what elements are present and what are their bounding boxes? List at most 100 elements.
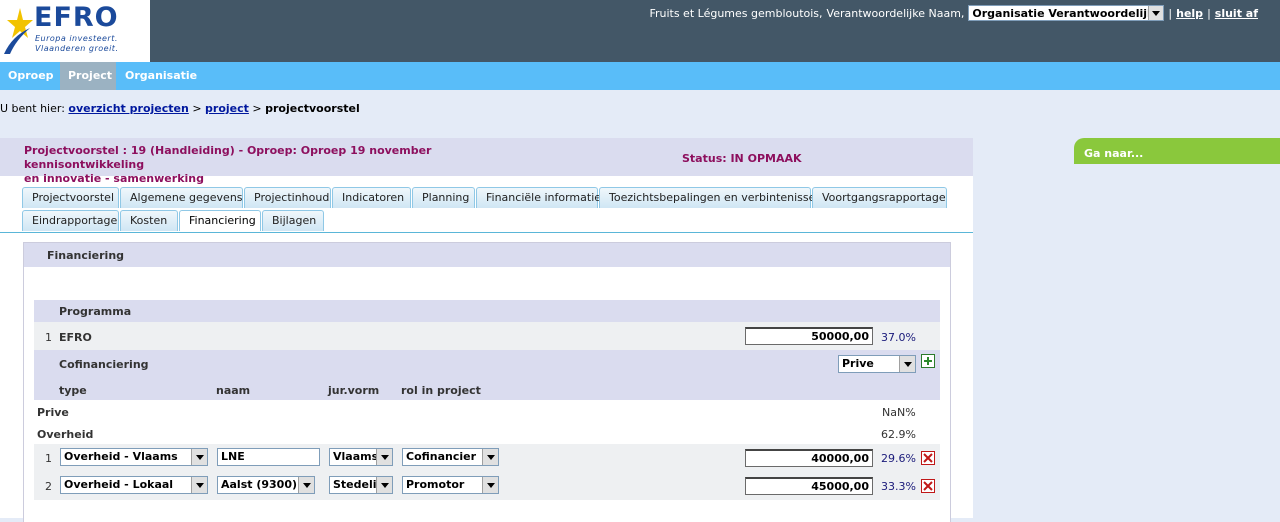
chevron-down-icon[interactable] <box>376 477 392 493</box>
project-status: Status: IN OPMAAK <box>682 152 802 165</box>
group-percentage: NaN% <box>882 406 916 419</box>
cofinancier-row: 2 Overheid - Lokaal Aalst (9300) Stedeli… <box>34 472 940 500</box>
star-logo-icon <box>4 8 33 54</box>
column-header-type: type <box>59 384 87 397</box>
rol-select-value: Cofinancier <box>406 450 477 463</box>
logo-tagline-1: Europa investeert. <box>35 34 118 43</box>
goto-panel[interactable]: Ga naar... <box>1074 138 1280 164</box>
efro-logo[interactable]: EFRO Europa investeert. Vlaanderen groei… <box>0 0 150 62</box>
user-bar: Fruits et Légumes gembloutois, Verantwoo… <box>649 4 1258 22</box>
tab-projectinhoud[interactable]: Projectinhoud <box>244 187 331 208</box>
delete-icon[interactable] <box>921 451 935 465</box>
financiering-section: Financiering Programma 1 EFRO 50000,00 3… <box>23 242 951 522</box>
tab-toezichtsbepalingen[interactable]: Toezichtsbepalingen en verbintenissen <box>599 187 822 208</box>
rol-select[interactable]: Cofinancier <box>402 448 499 466</box>
tab-kosten[interactable]: Kosten <box>120 210 178 231</box>
row-index: 1 <box>45 331 52 344</box>
tab-indicatoren[interactable]: Indicatoren <box>332 187 411 208</box>
tab-eindrapportage[interactable]: Eindrapportage <box>22 210 119 231</box>
organisation-select-value: Organisatie Verantwoordelijke <box>972 6 1162 20</box>
goto-label: Ga naar... <box>1084 147 1144 160</box>
column-header-jurvorm: jur.vorm <box>328 384 380 397</box>
programma-label: Programma <box>59 305 132 318</box>
chevron-down-icon[interactable] <box>482 449 498 465</box>
jurvorm-select-value: Stedelij <box>333 478 381 491</box>
cofinanciering-header: Cofinanciering Prive type naam jur.vorm … <box>34 350 940 400</box>
tab-planning[interactable]: Planning <box>412 187 475 208</box>
row-percentage: 33.3% <box>881 480 916 493</box>
chevron-down-icon[interactable] <box>376 449 392 465</box>
chevron-down-icon[interactable] <box>298 477 314 493</box>
help-link[interactable]: help <box>1176 7 1203 20</box>
delete-icon[interactable] <box>921 479 935 493</box>
logout-link[interactable]: sluit af <box>1215 7 1258 20</box>
column-header-naam: naam <box>216 384 251 397</box>
tab-algemene-gegevens[interactable]: Algemene gegevens <box>120 187 243 208</box>
project-title: Projectvoorstel : 19 (Handleiding) - Opr… <box>24 144 504 186</box>
jurvorm-select-value: Vlaams <box>333 450 379 463</box>
cofinancier-row: 1 Overheid - Vlaams LNE Vlaams Cofinanci… <box>34 444 940 472</box>
project-title-line-1: Projectvoorstel : 19 (Handleiding) - Opr… <box>24 144 432 171</box>
user-organisation: Fruits et Légumes gembloutois, <box>649 6 823 20</box>
programma-header: Programma <box>34 300 940 322</box>
group-label: Overheid <box>37 428 94 441</box>
programma-name: EFRO <box>59 331 92 344</box>
row-index: 2 <box>45 480 52 493</box>
section-header: Financiering <box>24 243 950 267</box>
tab-divider <box>0 232 973 233</box>
amount-input[interactable]: 45000,00 <box>745 477 873 495</box>
naam-input[interactable]: LNE <box>217 448 320 466</box>
tab-bijlagen[interactable]: Bijlagen <box>262 210 324 231</box>
jurvorm-select[interactable]: Vlaams <box>329 448 393 466</box>
nav-item-oproep[interactable]: Oproep <box>0 62 60 90</box>
breadcrumb-prefix: U bent hier: <box>0 102 65 115</box>
group-label: Prive <box>37 406 69 419</box>
programma-amount-input[interactable]: 50000,00 <box>745 327 873 345</box>
group-row-overheid: Overheid 62.9% <box>34 422 940 444</box>
naam-select-value: Aalst (9300) <box>221 478 298 491</box>
rol-select-value: Promotor <box>406 478 465 491</box>
nav-item-project[interactable]: Project <box>60 62 116 90</box>
cofinanciering-type-select[interactable]: Prive <box>838 355 916 373</box>
logo-word: EFRO <box>34 2 119 33</box>
app-header: EFRO Europa investeert. Vlaanderen groei… <box>0 0 1280 62</box>
naam-select[interactable]: Aalst (9300) <box>217 476 315 494</box>
section-title: Financiering <box>47 249 125 262</box>
rol-select[interactable]: Promotor <box>402 476 499 494</box>
logo-tagline-2: Vlaanderen groeit. <box>35 44 119 53</box>
breadcrumb-link-overzicht[interactable]: overzicht projecten <box>68 102 188 115</box>
organisation-select[interactable]: Organisatie Verantwoordelijke <box>968 5 1165 21</box>
breadcrumb: U bent hier: overzicht projecten > proje… <box>0 102 360 115</box>
tab-financiele-informatie[interactable]: Financiële informatie <box>476 187 601 208</box>
breadcrumb-separator: > <box>252 102 262 115</box>
chevron-down-icon[interactable] <box>482 477 498 493</box>
group-percentage: 62.9% <box>881 428 916 441</box>
chevron-down-icon[interactable] <box>191 477 207 493</box>
jurvorm-select[interactable]: Stedelij <box>329 476 393 494</box>
type-select[interactable]: Overheid - Lokaal <box>60 476 208 494</box>
nav-item-organisatie[interactable]: Organisatie <box>117 62 201 90</box>
row-index: 1 <box>45 452 52 465</box>
main-nav: Oproep Project Organisatie <box>0 62 1280 90</box>
chevron-down-icon[interactable] <box>191 449 207 465</box>
cofinanciering-type-value: Prive <box>842 357 874 370</box>
tab-projectvoorstel[interactable]: Projectvoorstel <box>22 187 119 208</box>
type-select[interactable]: Overheid - Vlaams <box>60 448 208 466</box>
tab-voortgangsrapportage[interactable]: Voortgangsrapportage <box>812 187 947 208</box>
group-row-prive: Prive NaN% <box>34 400 940 422</box>
cofinanciering-label: Cofinanciering <box>59 358 149 371</box>
project-header: Projectvoorstel : 19 (Handleiding) - Opr… <box>0 138 973 185</box>
column-header-rol: rol in project <box>401 384 481 397</box>
separator: | <box>1168 6 1173 20</box>
breadcrumb-link-project[interactable]: project <box>205 102 249 115</box>
chevron-down-icon[interactable] <box>899 356 915 372</box>
type-select-value: Overheid - Lokaal <box>64 478 174 491</box>
chevron-down-icon[interactable] <box>1148 6 1164 20</box>
tab-financiering[interactable]: Financiering <box>179 210 261 231</box>
breadcrumb-separator: > <box>192 102 202 115</box>
amount-input[interactable]: 40000,00 <box>745 449 873 467</box>
add-icon[interactable] <box>921 354 935 368</box>
type-select-value: Overheid - Vlaams <box>64 450 178 463</box>
breadcrumb-current: projectvoorstel <box>265 102 360 115</box>
project-title-line-2: en innovatie - samenwerking <box>24 172 204 185</box>
